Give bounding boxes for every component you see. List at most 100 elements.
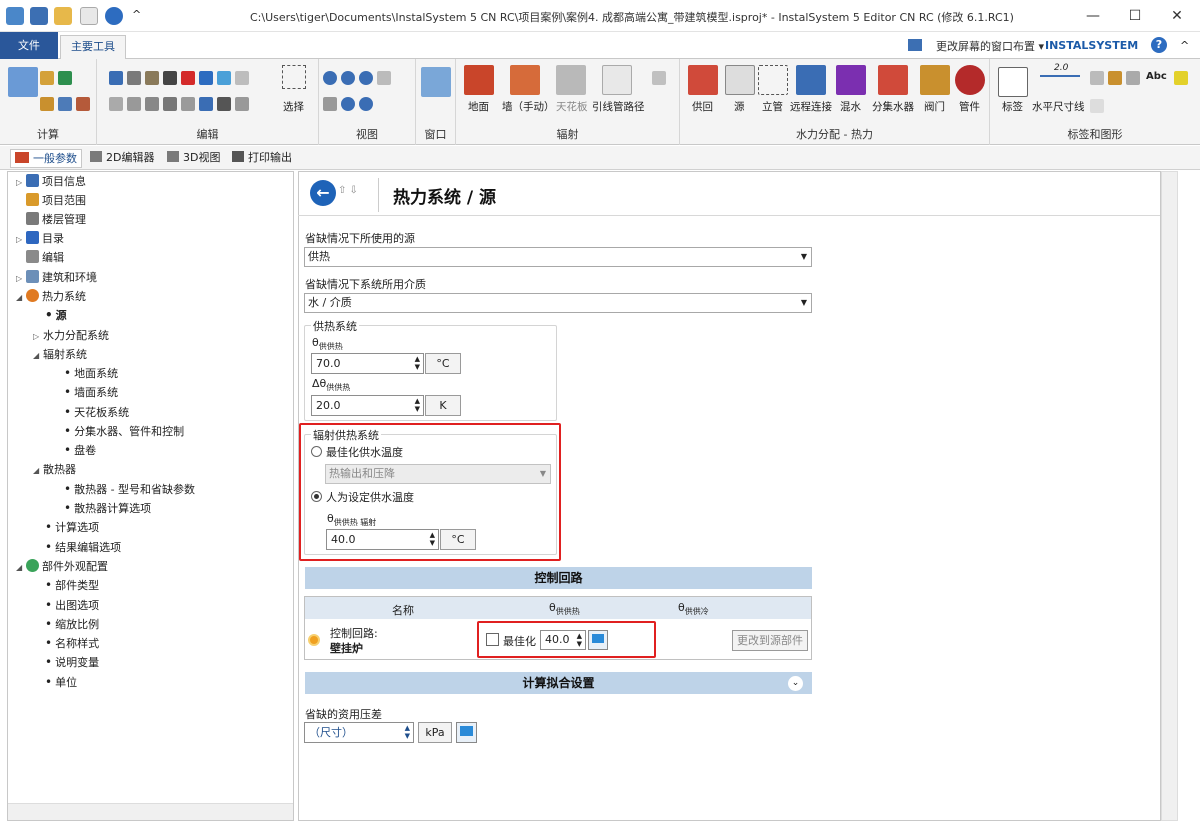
mixing-label[interactable]: 混水 [840,99,861,114]
redo-icon[interactable] [109,97,123,111]
back-arrow-icon[interactable]: ← [310,180,336,206]
tab-3d-view[interactable]: 3D视图 [163,149,224,168]
ribbon-help-icon[interactable]: ? [1151,37,1167,53]
pressure-input[interactable]: （尺寸） ▲ ▼ [304,722,414,743]
zoom-window-icon[interactable] [359,71,373,85]
lead-pipe-path-icon[interactable] [602,65,632,95]
tree-toggle[interactable]: ▷ [16,230,26,249]
window-icon[interactable] [421,67,451,97]
tree-toggle[interactable]: ◢ [16,558,26,577]
measure-icon[interactable] [235,97,249,111]
page-nav-arrows[interactable]: ⇧ ⇩ [338,185,358,196]
tree-item-catalog[interactable]: ▷ 目录 [16,229,64,248]
radiant-option-icon[interactable] [652,71,666,85]
riser-label[interactable]: 立管 [762,99,783,114]
join-icon[interactable] [163,97,177,111]
manifold-icon[interactable] [878,65,908,95]
wall-heating-icon[interactable] [510,65,540,95]
tree-item-project-scope[interactable]: 项目范围 [16,191,86,210]
horizontal-dimension-icon[interactable] [1040,75,1080,77]
split-icon[interactable] [145,97,159,111]
sheet-icon[interactable] [1126,71,1140,85]
tree-item-radiator-calc[interactable]: • 散热器计算选项 [64,499,151,518]
cut-icon[interactable] [163,71,177,85]
tree-toggle[interactable]: ◢ [16,288,26,307]
control-circuit-header[interactable]: 控制回路 [305,567,812,589]
remote-connect-label[interactable]: 远程连接 [790,99,832,114]
tree-item-hydraulic-system[interactable]: ▷ 水力分配系统 [33,326,109,345]
change-to-source-button[interactable]: 更改到源部件 [732,630,808,651]
tree-item-heating-system[interactable]: ◢ 热力系统 [16,287,86,306]
save-icon[interactable] [30,7,48,25]
tree-toggle[interactable]: ◢ [33,461,43,480]
theta-supply-input[interactable]: 70.0 ▲ ▼ [311,353,424,374]
quick-access-chevron-icon[interactable]: ^ [132,8,141,21]
tree-item-radiator-models[interactable]: • 散热器 - 型号和省缺参数 [64,480,195,499]
zoom-in-icon[interactable] [323,71,337,85]
calc-table-icon[interactable] [58,97,72,111]
tree-item-edit[interactable]: 编辑 [16,248,64,267]
manifold-label[interactable]: 分集水器 [872,99,914,114]
minimize-button[interactable]: — [1070,0,1116,32]
calc-check-icon[interactable] [58,71,72,85]
zoom-extent-icon[interactable] [359,97,373,111]
label-icon[interactable] [998,67,1028,97]
tree-item-manifold-control[interactable]: • 分集水器、管件和控制 [64,422,184,441]
undo-icon[interactable] [109,71,123,85]
tree-item-radiant-system[interactable]: ◢ 辐射系统 [33,345,87,364]
dtheta-input[interactable]: 20.0 ▲ ▼ [311,395,424,416]
tree-item-source[interactable]: • 源 [45,306,67,325]
tree-item-drawing-options[interactable]: • 出图选项 [45,596,99,615]
new-file-icon[interactable] [80,7,98,25]
tree-item-description-vars[interactable]: • 说明变量 [45,653,99,672]
tree-item-scale[interactable]: • 缩放比例 [45,615,99,634]
source-icon[interactable] [725,65,755,95]
grid-icon[interactable] [127,97,141,111]
valve-label[interactable]: 阀门 [924,99,945,114]
table-icon[interactable] [1090,71,1104,85]
tree-item-project-info[interactable]: ▷ 项目信息 [16,172,86,191]
ceiling-button-label[interactable]: 天花板 [556,99,588,114]
spinner-icon[interactable]: ▲ ▼ [405,724,410,740]
stretch-icon[interactable] [199,97,213,111]
rotate-icon[interactable] [217,71,231,85]
label-button-label[interactable]: 标签 [1002,99,1023,114]
pressure-computer-icon[interactable] [456,722,477,743]
tree-item-units[interactable]: • 单位 [45,673,77,692]
tab-general-params[interactable]: 一般参数 [10,149,82,168]
zoom-out-icon[interactable] [341,71,355,85]
tree-item-wall-system[interactable]: • 墙面系统 [64,383,118,402]
distribute-icon[interactable] [217,97,231,111]
legend-icon[interactable] [1108,71,1122,85]
collapse-ribbon-icon[interactable]: ^ [1180,39,1189,52]
tree-toggle[interactable]: ▷ [16,269,26,288]
dtheta-unit-button[interactable]: K [425,395,461,416]
floor-heating-icon[interactable] [464,65,494,95]
tree-item-component-types[interactable]: • 部件类型 [45,576,99,595]
default-source-select[interactable]: 供热 ▼ [304,247,812,267]
supply-return-label[interactable]: 供回 [692,99,713,114]
tree-toggle[interactable]: ▷ [16,173,26,192]
open-folder-icon[interactable] [54,7,72,25]
zoom-previous-icon[interactable] [341,97,355,111]
view-options-icon[interactable] [377,71,391,85]
tree-toggle[interactable]: ▷ [33,327,43,346]
lead-pipe-button-label[interactable]: 引线管路径 [592,99,645,114]
delete-icon[interactable] [181,71,195,85]
maximize-button[interactable]: ☐ [1112,0,1158,32]
select-button-label[interactable]: 选择 [283,99,304,114]
dimension-button-label[interactable]: 水平尺寸线 [1032,99,1085,114]
text-abc-icon[interactable]: Abc [1146,71,1167,82]
remote-connect-icon[interactable] [796,65,826,95]
align-icon[interactable] [181,97,195,111]
tab-main-tools[interactable]: 主要工具 [60,35,126,60]
paint-icon[interactable] [1174,71,1188,85]
mirror-icon[interactable] [235,71,249,85]
tree-item-name-style[interactable]: • 名称样式 [45,634,99,653]
tree-item-floor-management[interactable]: 楼层管理 [16,210,86,229]
tree-item-building-environment[interactable]: ▷ 建筑和环境 [16,268,97,287]
move-icon[interactable] [199,71,213,85]
help-icon[interactable] [105,7,123,25]
calc-report-icon[interactable] [76,97,90,111]
tree-horizontal-scrollbar[interactable] [8,803,293,820]
